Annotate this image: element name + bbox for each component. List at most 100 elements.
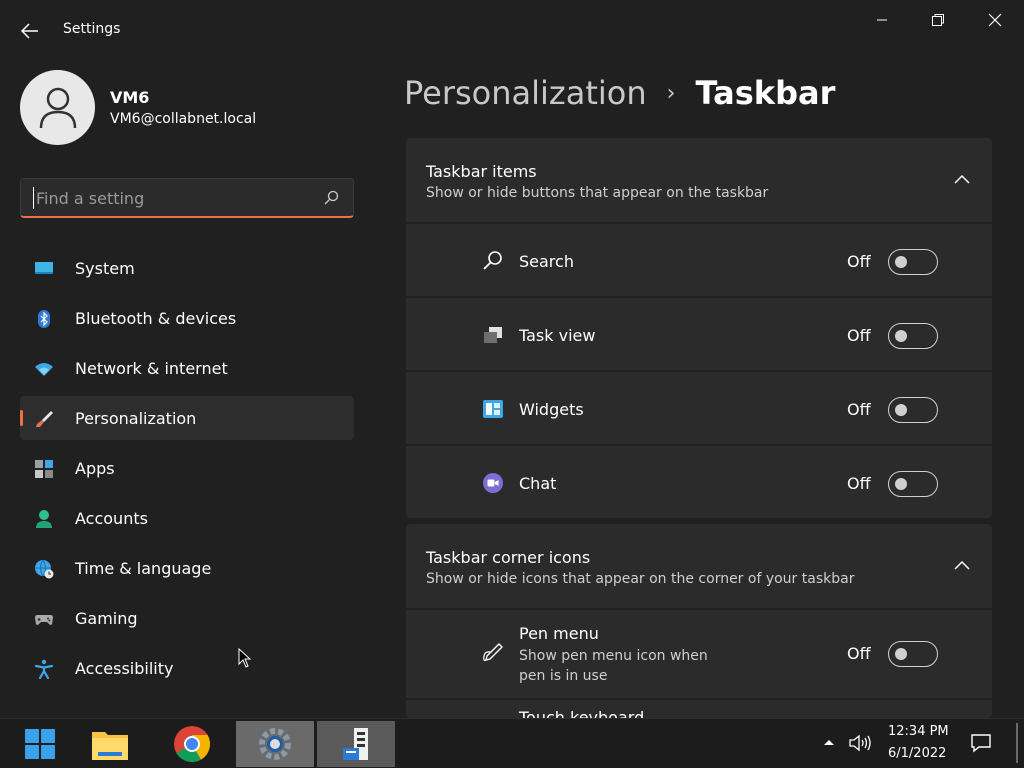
gamepad-icon bbox=[35, 615, 53, 625]
task-view-toggle[interactable] bbox=[888, 323, 938, 349]
notification-icon[interactable] bbox=[970, 732, 992, 754]
section-subtitle: Show or hide buttons that appear on the … bbox=[426, 185, 769, 201]
minimize-icon bbox=[877, 19, 887, 21]
setting-label: Widgets bbox=[519, 400, 584, 419]
sidebar-item-accessibility[interactable]: Accessibility bbox=[20, 646, 354, 690]
taskbar-settings[interactable] bbox=[236, 721, 314, 767]
sidebar-item-label: System bbox=[75, 259, 135, 278]
wifi-icon bbox=[35, 363, 53, 376]
taskbar-items-section: Taskbar items Show or hide buttons that … bbox=[406, 138, 992, 518]
setting-row-search: Search Off bbox=[406, 222, 992, 296]
close-icon bbox=[988, 13, 1002, 27]
globe-clock-icon bbox=[35, 559, 54, 579]
account-icon bbox=[36, 510, 52, 528]
start-button[interactable] bbox=[1, 721, 79, 767]
sidebar-item-personalization[interactable]: Personalization bbox=[20, 396, 354, 440]
taskbar-chrome[interactable] bbox=[153, 721, 231, 767]
setting-description: Show pen menu icon when pen is in use bbox=[519, 648, 708, 684]
sidebar-nav: System Bluetooth & devices Network & int… bbox=[20, 246, 354, 696]
toggle-state-text: Off bbox=[847, 400, 871, 419]
sidebar-item-label: Apps bbox=[75, 459, 115, 478]
sidebar-item-label: Personalization bbox=[75, 409, 197, 428]
chevron-up-icon[interactable] bbox=[952, 172, 972, 186]
chat-icon bbox=[483, 473, 503, 493]
sidebar-item-accounts[interactable]: Accounts bbox=[20, 496, 354, 540]
maximize-icon bbox=[932, 14, 944, 26]
search-toggle[interactable] bbox=[888, 249, 938, 275]
setting-label: Pen menu bbox=[519, 624, 599, 643]
search-icon[interactable] bbox=[323, 190, 339, 206]
avatar[interactable] bbox=[20, 70, 95, 145]
taskbar-server-manager[interactable] bbox=[317, 721, 395, 767]
pen-icon bbox=[483, 643, 503, 662]
show-desktop-button[interactable] bbox=[1016, 723, 1018, 763]
breadcrumb-separator: › bbox=[666, 80, 676, 106]
breadcrumb-parent[interactable]: Personalization bbox=[404, 74, 647, 112]
sidebar-item-label: Bluetooth & devices bbox=[75, 309, 237, 328]
chevron-up-icon[interactable] bbox=[822, 737, 836, 747]
sidebar-item-label: Gaming bbox=[75, 609, 138, 628]
restore-button[interactable] bbox=[918, 8, 958, 32]
user-name: VM6 bbox=[110, 88, 150, 107]
taskbar-corner-icons-section: Taskbar corner icons Show or hide icons … bbox=[406, 524, 992, 718]
toggle-state-text: Off bbox=[847, 252, 871, 271]
toggle-knob bbox=[895, 404, 907, 416]
sidebar-item-label: Network & internet bbox=[75, 359, 228, 378]
app-title: Settings bbox=[63, 21, 121, 37]
back-button[interactable] bbox=[18, 20, 42, 42]
system-icon bbox=[35, 262, 53, 274]
page-title: Taskbar bbox=[695, 74, 836, 112]
volume-icon[interactable] bbox=[848, 733, 872, 753]
sidebar-item-label: Accessibility bbox=[75, 659, 174, 678]
taskbar-file-explorer[interactable] bbox=[71, 721, 149, 767]
setting-row-touch-keyboard: Touch keyboard bbox=[406, 698, 992, 718]
setting-label: Chat bbox=[519, 474, 557, 493]
bluetooth-icon bbox=[38, 310, 50, 328]
taskbar-items-header[interactable]: Taskbar items Show or hide buttons that … bbox=[406, 138, 992, 222]
sidebar-item-label: Time & language bbox=[75, 559, 212, 578]
search-icon bbox=[483, 251, 502, 270]
widgets-toggle[interactable] bbox=[888, 397, 938, 423]
chrome-icon bbox=[174, 726, 211, 763]
toggle-state-text: Off bbox=[847, 326, 871, 345]
sidebar-item-system[interactable]: System bbox=[20, 246, 354, 290]
setting-row-task-view: Task view Off bbox=[406, 296, 992, 370]
widgets-icon bbox=[483, 400, 503, 418]
setting-label: Search bbox=[519, 252, 574, 271]
sidebar-item-time-language[interactable]: Time & language bbox=[20, 546, 354, 590]
minimize-button[interactable] bbox=[862, 8, 902, 32]
toggle-knob bbox=[895, 648, 907, 660]
task-view-icon bbox=[484, 327, 502, 343]
sidebar-item-label: Accounts bbox=[75, 509, 148, 528]
sidebar-item-network[interactable]: Network & internet bbox=[20, 346, 354, 390]
mouse-cursor-icon bbox=[238, 648, 252, 668]
sidebar-item-gaming[interactable]: Gaming bbox=[20, 596, 354, 640]
taskbar-corner-icons-header[interactable]: Taskbar corner icons Show or hide icons … bbox=[406, 524, 992, 608]
section-subtitle: Show or hide icons that appear on the co… bbox=[426, 571, 855, 587]
section-title: Taskbar items bbox=[426, 162, 537, 181]
title-bar: Settings bbox=[0, 0, 1024, 60]
sidebar-item-bluetooth[interactable]: Bluetooth & devices bbox=[20, 296, 354, 340]
chevron-up-icon[interactable] bbox=[952, 558, 972, 572]
setting-label: Task view bbox=[519, 326, 596, 345]
setting-row-pen-menu: Pen menu Show pen menu icon when pen is … bbox=[406, 608, 992, 698]
setting-row-chat: Chat Off bbox=[406, 444, 992, 518]
person-icon bbox=[39, 87, 76, 128]
chat-toggle[interactable] bbox=[888, 471, 938, 497]
close-button[interactable] bbox=[975, 8, 1015, 32]
taskbar: 12:34 PM 6/1/2022 bbox=[0, 718, 1024, 768]
folder-icon bbox=[92, 732, 128, 760]
search-input[interactable] bbox=[33, 187, 303, 209]
sidebar-item-apps[interactable]: Apps bbox=[20, 446, 354, 490]
clock-time[interactable]: 12:34 PM bbox=[888, 724, 949, 739]
setting-label: Touch keyboard bbox=[519, 708, 645, 718]
setting-row-widgets: Widgets Off bbox=[406, 370, 992, 444]
clock-date[interactable]: 6/1/2022 bbox=[888, 746, 946, 761]
pen-menu-toggle[interactable] bbox=[888, 641, 938, 667]
toggle-knob bbox=[895, 478, 907, 490]
apps-icon bbox=[35, 460, 53, 478]
search-box[interactable] bbox=[20, 178, 354, 218]
toggle-state-text: Off bbox=[847, 644, 871, 663]
section-title: Taskbar corner icons bbox=[426, 548, 591, 567]
paintbrush-icon bbox=[36, 411, 53, 427]
